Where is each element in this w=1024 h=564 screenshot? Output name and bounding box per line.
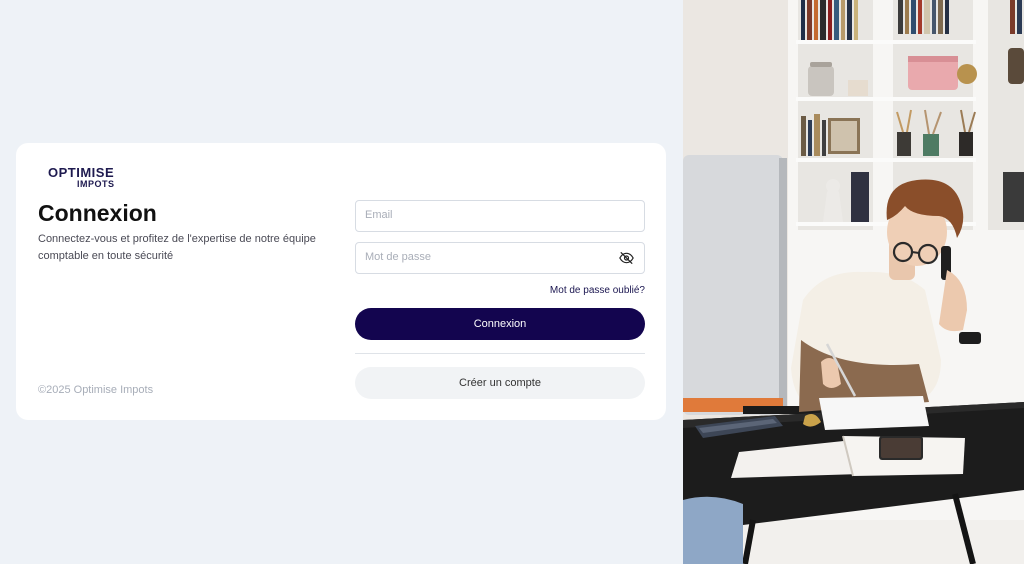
create-account-button[interactable]: Créer un compte bbox=[355, 367, 645, 399]
email-field[interactable] bbox=[356, 201, 605, 229]
login-button[interactable]: Connexion bbox=[355, 308, 645, 340]
divider bbox=[355, 353, 645, 354]
brand-logo: OPTIMISE IMPOTS bbox=[48, 165, 118, 191]
login-card: OPTIMISE IMPOTS Connexion Connectez-vous… bbox=[16, 143, 666, 420]
copyright-text: ©2025 Optimise Impots bbox=[38, 384, 154, 396]
forgot-password-link[interactable]: Mot de passe oublié? bbox=[550, 285, 645, 296]
hero-photo bbox=[683, 0, 1024, 564]
password-field[interactable] bbox=[356, 243, 605, 271]
eye-off-icon[interactable] bbox=[618, 250, 635, 266]
login-pane: OPTIMISE IMPOTS Connexion Connectez-vous… bbox=[0, 0, 683, 564]
logo-line2: IMPOTS bbox=[77, 179, 115, 189]
email-field-wrapper bbox=[355, 200, 645, 232]
page-subtitle: Connectez-vous et profitez de l'expertis… bbox=[38, 233, 316, 262]
logo-line1: OPTIMISE bbox=[48, 165, 115, 180]
page-title: Connexion bbox=[38, 200, 157, 226]
password-field-wrapper bbox=[355, 242, 645, 274]
